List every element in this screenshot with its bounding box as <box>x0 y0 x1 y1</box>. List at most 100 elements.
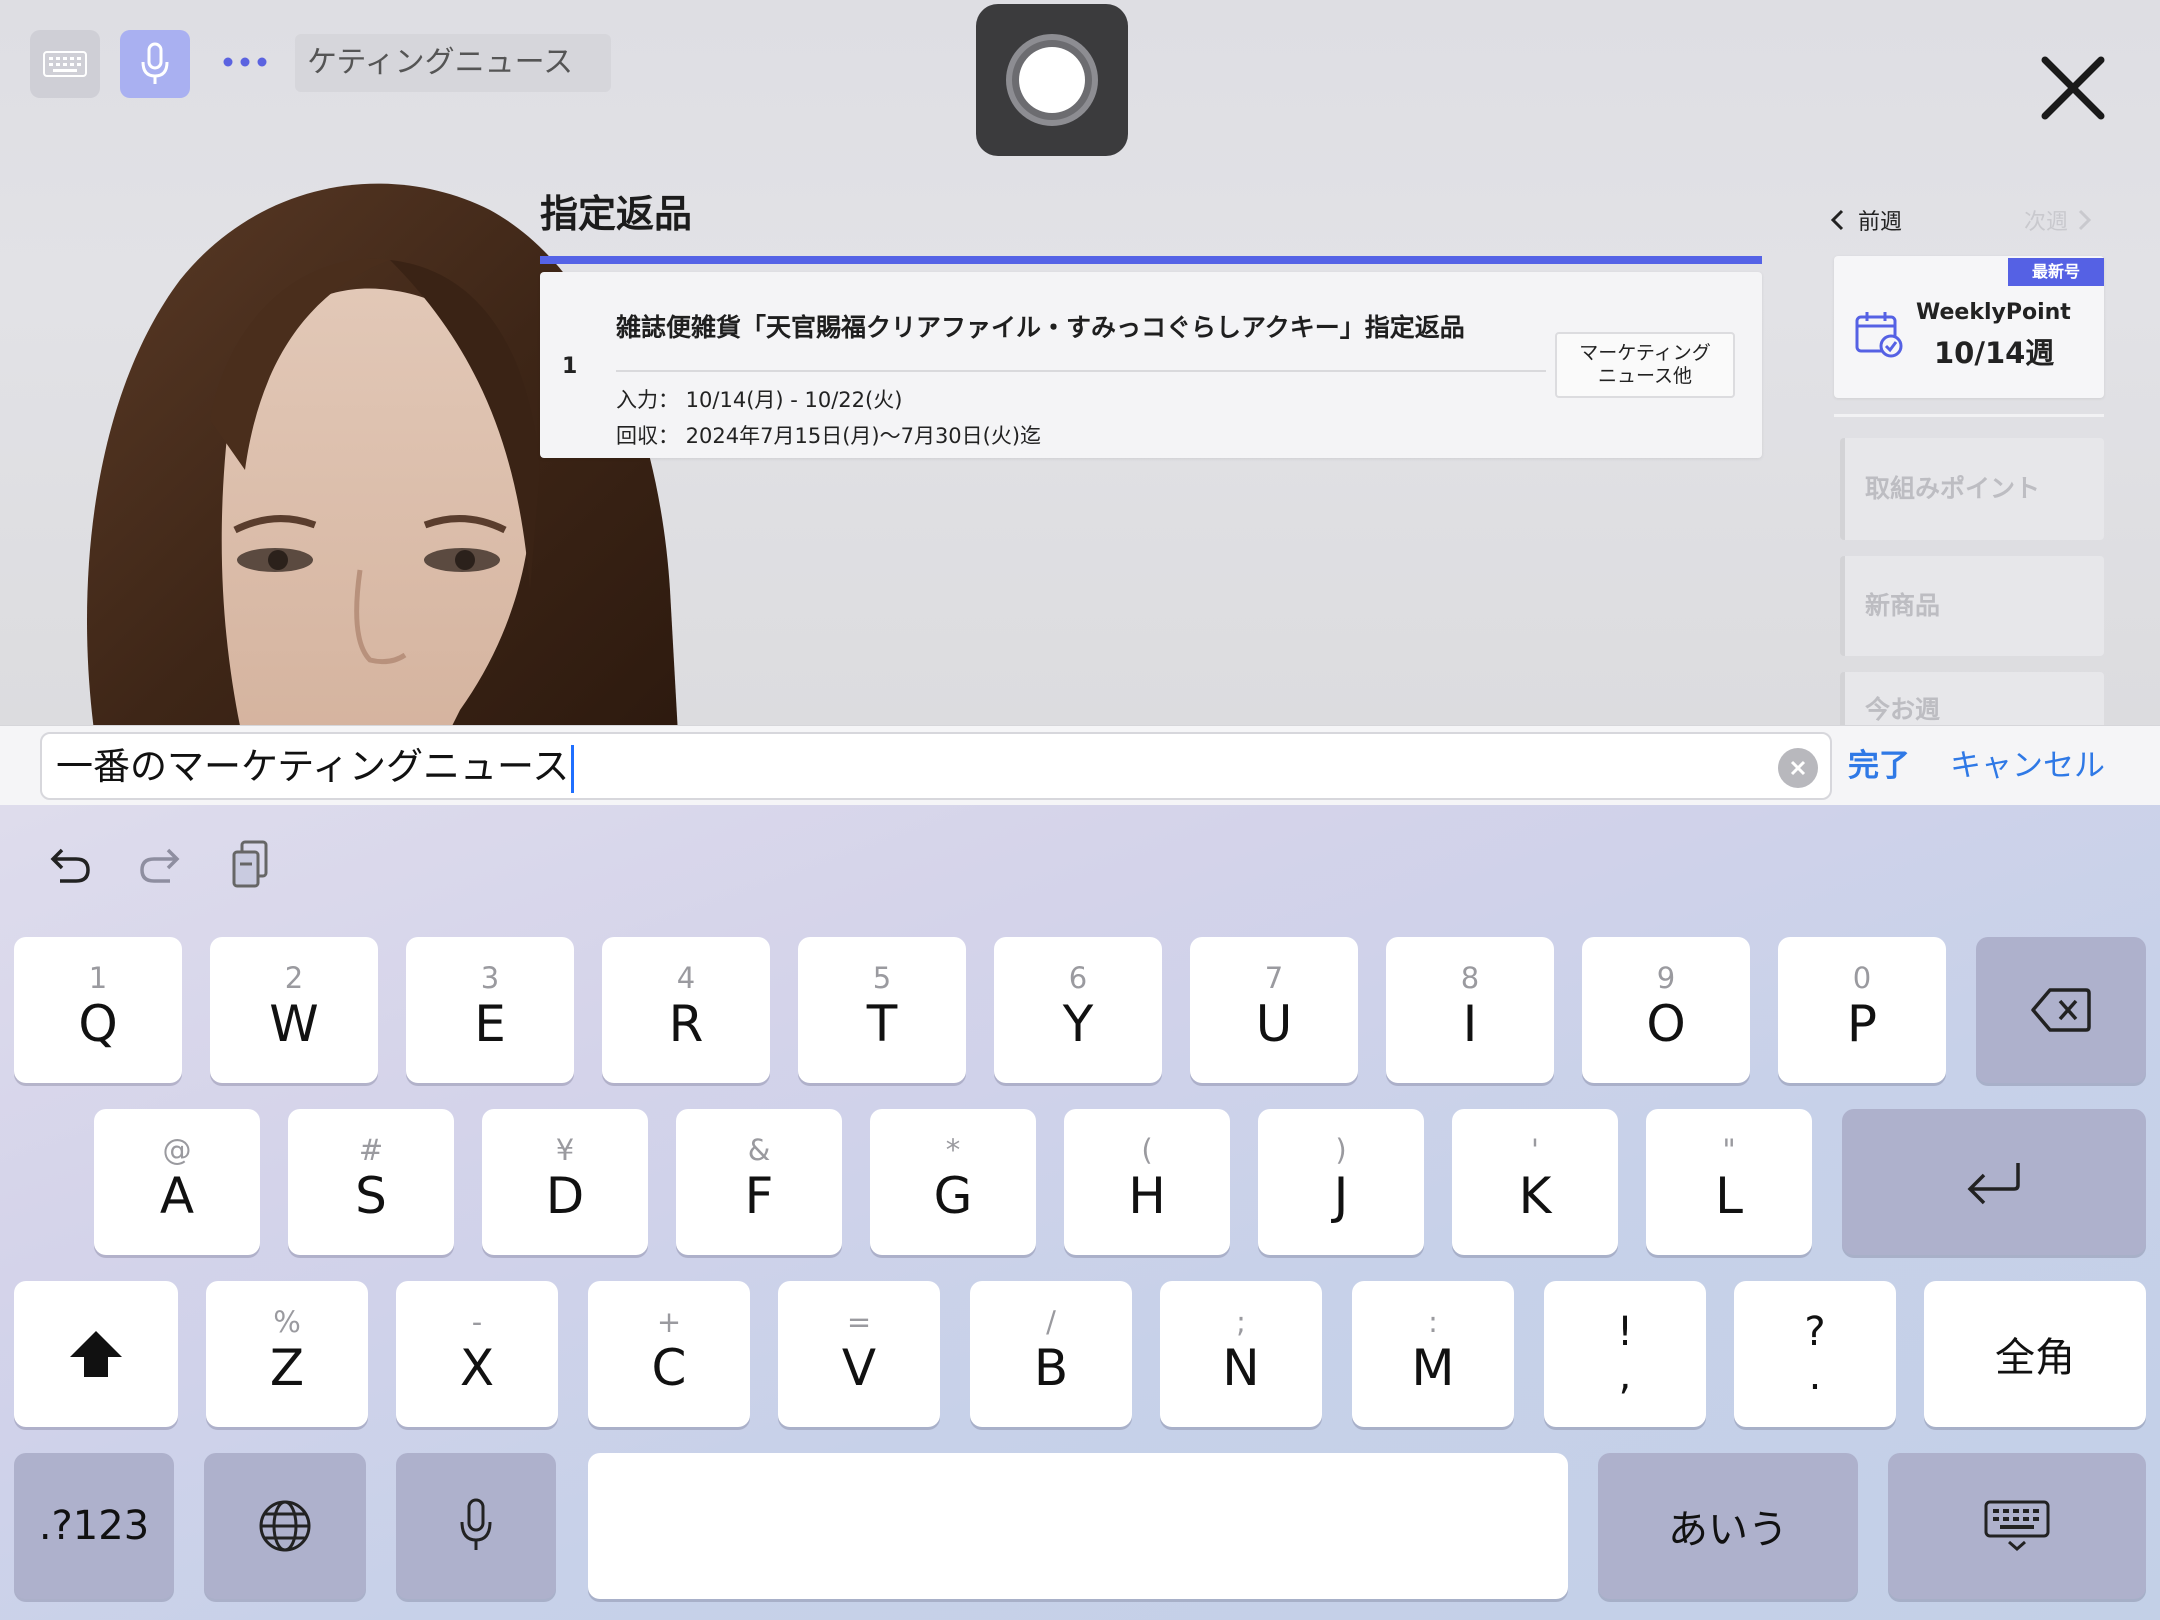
key-s[interactable]: # S <box>288 1109 454 1255</box>
key-k-sub: ' <box>1531 1133 1539 1167</box>
kana-key[interactable]: あいう <box>1598 1453 1858 1599</box>
speech-text-field[interactable]: 一番のマーケティングニュース <box>40 732 1832 800</box>
speech-text-value: 一番のマーケティングニュース <box>56 742 575 793</box>
key-v-label: V <box>841 1339 877 1397</box>
shift-key[interactable] <box>14 1281 178 1427</box>
previous-week-button[interactable]: 前週 <box>1830 204 1902 236</box>
kana-label: あいう <box>1668 1507 1788 1553</box>
key-r-sub: 4 <box>676 961 696 995</box>
undo-button[interactable] <box>40 835 100 895</box>
microphone-toggle-button[interactable] <box>120 30 190 98</box>
key-question-period[interactable]: ?. <box>1734 1281 1896 1427</box>
key-a[interactable]: @ A <box>94 1109 260 1255</box>
key-j[interactable]: ) J <box>1258 1109 1424 1255</box>
close-icon[interactable] <box>2035 50 2111 126</box>
cancel-button[interactable]: キャンセル <box>1950 740 2105 785</box>
microphone-icon <box>141 42 169 84</box>
key-a-label: A <box>159 1167 195 1225</box>
item-tag-line1: マーケティング <box>1579 342 1711 364</box>
key-k[interactable]: ' K <box>1452 1109 1618 1255</box>
key-o[interactable]: 9O <box>1582 937 1750 1083</box>
key-f[interactable]: & F <box>676 1109 842 1255</box>
microphone-icon <box>460 1498 492 1550</box>
paste-button[interactable] <box>220 835 280 895</box>
section-underline <box>540 256 1762 264</box>
key-v-sub: = <box>846 1305 872 1339</box>
numbers-label: .?123 <box>38 1503 150 1549</box>
key-a-sub: @ <box>162 1133 192 1167</box>
zenkaku-key[interactable]: 全角 <box>1924 1281 2146 1427</box>
key-s-sub: # <box>358 1133 384 1167</box>
key-w[interactable]: 2W <box>210 937 378 1083</box>
side-item-new-products[interactable]: 新商品 <box>1840 556 2104 656</box>
key-l[interactable]: " L <box>1646 1109 1812 1255</box>
backspace-key[interactable] <box>1976 937 2146 1083</box>
key-u-label: U <box>1255 995 1293 1053</box>
key-t-sub: 5 <box>872 961 892 995</box>
key-x[interactable]: -X <box>396 1281 558 1427</box>
done-button[interactable]: 完了 <box>1848 740 1910 785</box>
key-y[interactable]: 6Y <box>994 937 1162 1083</box>
key-z[interactable]: % Z <box>206 1281 368 1427</box>
return-item-card[interactable]: 1 雑誌便雑貨「天官賜福クリアファイル・すみっコぐらしアクキー」指定返品 入力：… <box>540 272 1762 458</box>
key-d-label: D <box>545 1167 585 1225</box>
redo-button[interactable] <box>130 835 190 895</box>
clear-text-button[interactable] <box>1778 748 1818 788</box>
weekly-point-name: WeeklyPoint <box>1916 300 2071 325</box>
side-item-this-week[interactable]: 今お週 <box>1840 672 2104 725</box>
key-n[interactable]: ; N <box>1160 1281 1322 1427</box>
key-exclaim-comma[interactable]: !, <box>1544 1281 1706 1427</box>
item-category-tag[interactable]: マーケティング ニュース他 <box>1555 332 1735 398</box>
item-collect-date: 回収： 2024年7月15日(月)〜7月30日(火)迄 <box>616 424 1042 448</box>
item-tag-line2: ニュース他 <box>1597 365 1693 387</box>
key-u-sub: 7 <box>1264 961 1284 995</box>
key-q[interactable]: 1Q <box>14 937 182 1083</box>
more-options-button[interactable] <box>220 42 270 82</box>
key-m-sub: : <box>1428 1305 1438 1339</box>
space-key[interactable] <box>588 1453 1568 1599</box>
calendar-check-icon <box>1855 312 1903 358</box>
side-item-focus-points[interactable]: 取組みポイント <box>1840 438 2104 540</box>
key-c[interactable]: + C <box>588 1281 750 1427</box>
key-r[interactable]: 4R <box>602 937 770 1083</box>
weekly-point-card[interactable]: 最新号 WeeklyPoint 10/14週 <box>1834 256 2104 398</box>
key-y-label: Y <box>1062 995 1094 1053</box>
key-g-sub: * <box>945 1133 961 1167</box>
transcript-preview: ケティングニュース <box>295 34 611 92</box>
key-m-label: M <box>1411 1339 1455 1397</box>
key-period-label: . <box>1808 1353 1822 1399</box>
key-h[interactable]: (H <box>1064 1109 1230 1255</box>
key-p-label: P <box>1846 995 1878 1053</box>
latest-badge: 最新号 <box>2008 258 2104 286</box>
speech-text-content: 一番のマーケティングニュース <box>56 745 570 788</box>
clear-icon <box>1790 760 1806 776</box>
key-i[interactable]: 8I <box>1386 937 1554 1083</box>
key-b-sub: / <box>1046 1305 1056 1339</box>
numbers-key[interactable]: .?123 <box>14 1453 174 1599</box>
key-g[interactable]: * G <box>870 1109 1036 1255</box>
next-week-button[interactable]: 次週 <box>2024 204 2092 236</box>
key-n-label: N <box>1222 1339 1260 1397</box>
key-o-sub: 9 <box>1656 961 1676 995</box>
key-v[interactable]: = V <box>778 1281 940 1427</box>
more-dots-icon <box>223 57 267 67</box>
key-x-label: X <box>459 1339 495 1397</box>
globe-key[interactable] <box>204 1453 366 1599</box>
key-b[interactable]: / B <box>970 1281 1132 1427</box>
key-m[interactable]: :M <box>1352 1281 1514 1427</box>
key-h-label: H <box>1128 1167 1166 1225</box>
key-l-label: L <box>1715 1167 1743 1225</box>
key-p[interactable]: 0P <box>1778 937 1946 1083</box>
dictation-key[interactable] <box>396 1453 556 1599</box>
undo-icon <box>50 848 90 883</box>
key-w-sub: 2 <box>284 961 304 995</box>
key-e[interactable]: 3E <box>406 937 574 1083</box>
key-u[interactable]: 7U <box>1190 937 1358 1083</box>
return-key[interactable] <box>1842 1109 2146 1255</box>
key-t[interactable]: 5T <box>798 937 966 1083</box>
dismiss-keyboard-key[interactable] <box>1888 1453 2146 1599</box>
key-d[interactable]: ¥ D <box>482 1109 648 1255</box>
record-button[interactable] <box>976 4 1128 156</box>
shift-icon <box>70 1331 122 1377</box>
keyboard-toggle-button[interactable] <box>30 30 100 98</box>
